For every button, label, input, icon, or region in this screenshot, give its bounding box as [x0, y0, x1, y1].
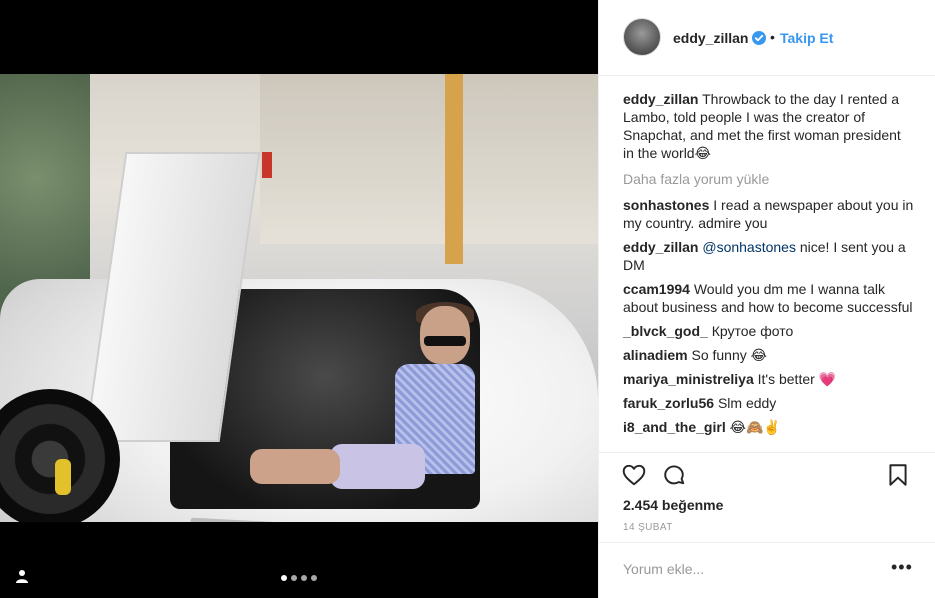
comment-username[interactable]: _blvck_god_ [623, 323, 708, 339]
comment-text: Крутое фото [711, 323, 794, 339]
comment-mention-link[interactable]: @sonhastones [702, 239, 796, 255]
comment-row: alinadiem So funny 😂 [623, 346, 915, 364]
post-header: eddy_zillan • Takip Et [599, 0, 935, 76]
photo-person-head [420, 306, 470, 364]
comment-username[interactable]: i8_and_the_girl [623, 419, 726, 435]
post-photo[interactable] [0, 74, 598, 522]
likes-count[interactable]: 2.454 beğenme [623, 497, 723, 513]
comment-text: Slm eddy [717, 395, 777, 411]
follow-button[interactable]: Takip Et [780, 30, 833, 46]
caption-username[interactable]: eddy_zillan [623, 91, 698, 107]
comment-row: i8_and_the_girl 😂🙈✌️ [623, 418, 915, 436]
comment-row: _blvck_god_ Крутое фото [623, 322, 915, 340]
avatar[interactable] [623, 18, 661, 56]
comment-text: 😂🙈✌️ [729, 419, 781, 435]
comment-row: eddy_zillan @sonhastones nice! I sent yo… [623, 238, 915, 274]
verified-badge-icon [752, 31, 766, 45]
comment-username[interactable]: ccam1994 [623, 281, 690, 297]
carousel-indicator [281, 575, 317, 581]
comment-username[interactable]: sonhastones [623, 197, 709, 213]
carousel-dot[interactable] [281, 575, 287, 581]
action-bar [599, 452, 935, 500]
comments-list: eddy_zillan Throwback to the day I rente… [623, 90, 915, 442]
caption: eddy_zillan Throwback to the day I rente… [623, 90, 915, 162]
photo-person-shorts [330, 444, 425, 489]
add-comment-section: ••• [599, 542, 935, 598]
photo-tail-light [262, 152, 272, 178]
heart-icon[interactable] [621, 462, 647, 488]
photo-building [260, 74, 598, 244]
header-separator: • [770, 29, 775, 45]
comment-username[interactable]: eddy_zillan [623, 239, 698, 255]
comment-icon[interactable] [661, 462, 687, 488]
header-username[interactable]: eddy_zillan [673, 30, 748, 46]
carousel-dot[interactable] [291, 575, 297, 581]
more-options-button[interactable]: ••• [891, 557, 913, 578]
user-tag-icon[interactable] [15, 569, 29, 583]
comment-username[interactable]: mariya_ministreliya [623, 371, 754, 387]
photo-person-leg [250, 449, 340, 484]
comment-text: It's better 💗 [757, 371, 837, 387]
comment-username[interactable]: faruk_zorlu56 [623, 395, 714, 411]
carousel-dot[interactable] [301, 575, 307, 581]
comment-row: faruk_zorlu56 Slm eddy [623, 394, 915, 412]
bookmark-icon[interactable] [885, 462, 911, 488]
carousel-dot[interactable] [311, 575, 317, 581]
comment-username[interactable]: alinadiem [623, 347, 688, 363]
comment-row: sonhastones I read a newspaper about you… [623, 196, 915, 232]
photo-person-sunglasses [424, 336, 466, 346]
post-sidebar: eddy_zillan • Takip Et eddy_zillan Throw… [598, 0, 935, 598]
comment-text: So funny 😂 [691, 347, 767, 363]
comment-input[interactable] [623, 561, 863, 577]
photo-brake-caliper [55, 459, 71, 495]
comment-row: mariya_ministreliya It's better 💗 [623, 370, 915, 388]
post-date[interactable]: 14 ŞUBAT [623, 522, 673, 533]
load-more-comments-link[interactable]: Daha fazla yorum yükle [623, 170, 915, 188]
post-media[interactable] [0, 0, 598, 598]
photo-pillar [445, 74, 463, 264]
comment-row: ccam1994 Would you dm me I wanna talk ab… [623, 280, 915, 316]
